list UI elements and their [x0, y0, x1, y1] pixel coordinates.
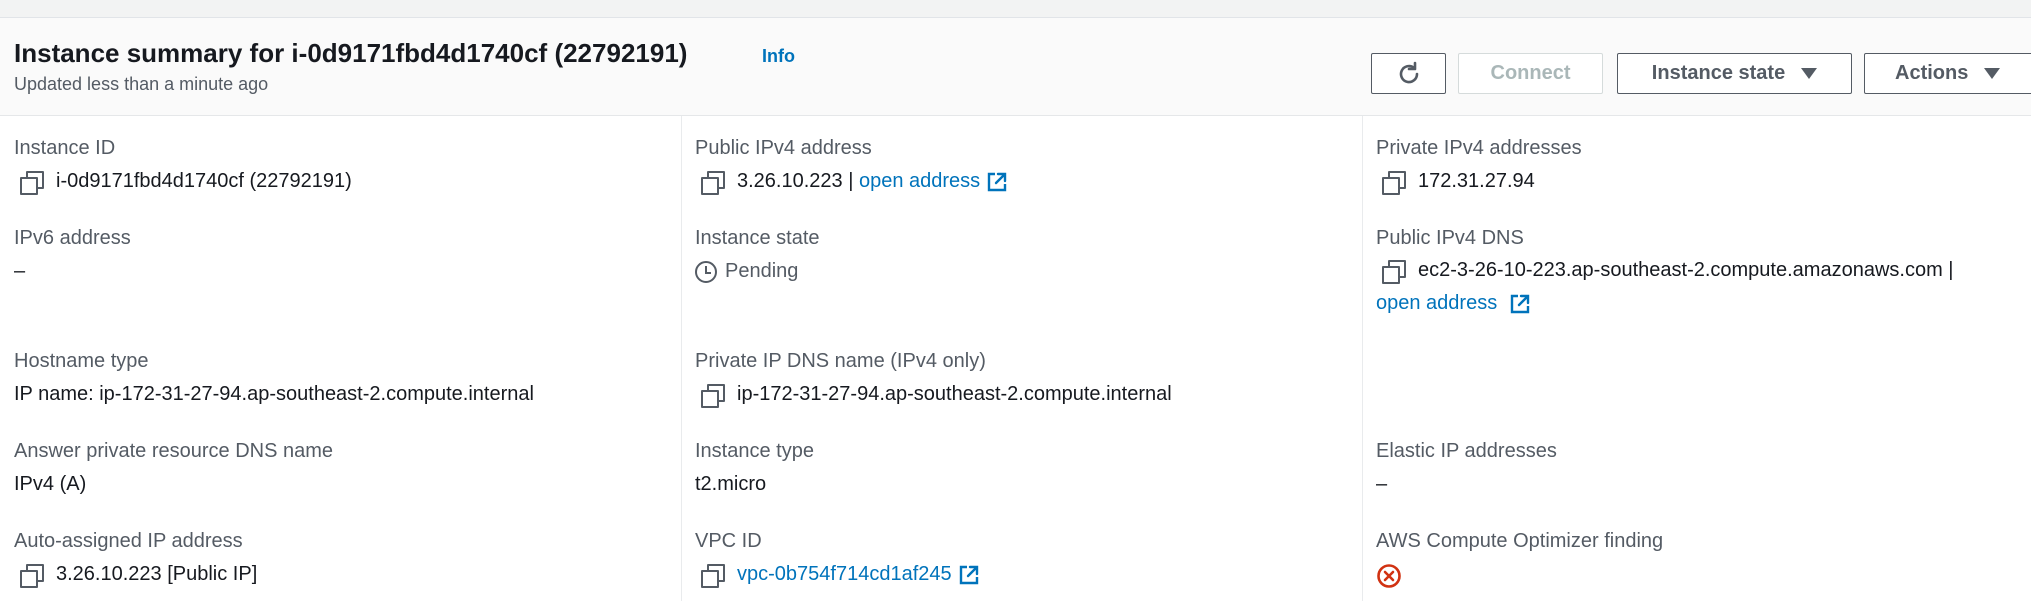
field-public-dns: Public IPv4 DNS ec2-3-26-10-223.ap-south… [1376, 227, 1996, 320]
external-link-icon[interactable] [1509, 293, 1531, 315]
field-instance-state: Instance state Pending [695, 227, 820, 283]
column-divider [681, 116, 682, 601]
private-dns-value: ip-172-31-27-94.ap-southeast-2.compute.i… [737, 383, 1172, 405]
auto-ip-value: 3.26.10.223 [Public IP] [56, 563, 258, 585]
field-value: ip-172-31-27-94.ap-southeast-2.compute.i… [695, 383, 1172, 408]
clock-icon [695, 260, 717, 283]
field-value: Pending [695, 260, 820, 283]
page-title: Instance summary for i-0d9171fbd4d1740cf… [14, 38, 688, 68]
field-label: Hostname type [14, 350, 149, 372]
field-label: Instance state [695, 227, 820, 249]
open-address-link[interactable]: open address [1376, 292, 1497, 314]
connect-button[interactable]: Connect [1458, 53, 1603, 94]
actions-button[interactable]: Actions [1864, 53, 2031, 94]
field-value: 3.26.10.223 | open address [695, 170, 1008, 195]
public-dns-value: ec2-3-26-10-223.ap-southeast-2.compute.a… [1418, 259, 1954, 281]
field-instance-type: Instance type t2.micro [695, 440, 814, 496]
caret-down-icon [1801, 68, 1818, 79]
field-answer-dns: Answer private resource DNS name IPv4 (A… [14, 440, 333, 496]
info-link[interactable]: Info [762, 46, 795, 67]
field-label: Public IPv4 DNS [1376, 227, 1524, 249]
instance-state-button[interactable]: Instance state [1617, 53, 1852, 94]
external-link-icon[interactable] [958, 564, 980, 586]
copy-icon[interactable] [20, 563, 44, 588]
copy-icon[interactable] [701, 383, 725, 408]
field-ipv6: IPv6 address – [14, 227, 131, 283]
field-label: VPC ID [695, 530, 762, 552]
error-icon [1377, 564, 1401, 588]
status-badge: Pending [725, 260, 799, 282]
field-label: Instance ID [14, 137, 116, 159]
actions-label: Actions [1895, 62, 1969, 84]
updated-text: Updated less than a minute ago [14, 74, 269, 94]
column-divider [1362, 116, 1363, 601]
field-auto-ip: Auto-assigned IP address 3.26.10.223 [Pu… [14, 530, 258, 588]
instance-state-label: Instance state [1651, 62, 1786, 84]
field-value: vpc-0b754f714cd1af245 [695, 563, 980, 588]
field-hostname-type: Hostname type IP name: ip-172-31-27-94.a… [14, 350, 534, 406]
copy-icon[interactable] [701, 563, 725, 588]
field-elastic-ip: Elastic IP addresses – [1376, 440, 1557, 496]
public-ipv4-value: 3.26.10.223 | [737, 170, 854, 192]
field-label: Instance type [695, 440, 814, 462]
instance-id-value: i-0d9171fbd4d1740cf (22792191) [56, 170, 352, 192]
external-link-icon[interactable] [986, 171, 1008, 193]
field-value: 3.26.10.223 [Public IP] [14, 563, 258, 588]
elastic-ip-value: – [1376, 473, 1388, 495]
field-label: IPv6 address [14, 227, 131, 249]
field-label: Elastic IP addresses [1376, 440, 1557, 462]
field-label: AWS Compute Optimizer finding [1376, 530, 1664, 552]
copy-icon[interactable] [1382, 259, 1406, 284]
field-label: Private IPv4 addresses [1376, 137, 1582, 159]
field-instance-id: Instance ID i-0d9171fbd4d1740cf (2279219… [14, 137, 352, 195]
field-label: Public IPv4 address [695, 137, 872, 159]
instance-type-value: t2.micro [695, 473, 767, 495]
field-label: Private IP DNS name (IPv4 only) [695, 350, 986, 372]
ipv6-value: – [14, 260, 26, 282]
field-optimizer: AWS Compute Optimizer finding [1376, 530, 1663, 589]
field-private-dns: Private IP DNS name (IPv4 only) ip-172-3… [695, 350, 1172, 408]
copy-icon[interactable] [20, 170, 44, 195]
vpc-id-link[interactable]: vpc-0b754f714cd1af245 [737, 563, 952, 586]
hostname-type-value: IP name: ip-172-31-27-94.ap-southeast-2.… [14, 383, 534, 405]
field-value: ec2-3-26-10-223.ap-southeast-2.compute.a… [1376, 254, 1996, 320]
answer-dns-value: IPv4 (A) [14, 473, 87, 495]
caret-down-icon [1984, 68, 2001, 79]
refresh-icon [1399, 61, 1418, 83]
field-value [1376, 563, 1663, 589]
top-strip [0, 0, 2031, 18]
open-address-link[interactable]: open address [859, 170, 980, 193]
field-public-ipv4: Public IPv4 address 3.26.10.223 | open a… [695, 137, 1008, 195]
field-label: Auto-assigned IP address [14, 530, 243, 552]
copy-icon[interactable] [701, 170, 725, 195]
refresh-button[interactable] [1371, 53, 1446, 94]
field-vpc-id: VPC ID vpc-0b754f714cd1af245 [695, 530, 980, 588]
field-value: 172.31.27.94 [1376, 170, 1582, 195]
field-label: Answer private resource DNS name [14, 440, 334, 462]
private-ipv4-value: 172.31.27.94 [1418, 170, 1535, 192]
summary-header: Instance summary for i-0d9171fbd4d1740cf… [0, 18, 2031, 116]
copy-icon[interactable] [1382, 170, 1406, 195]
field-private-ipv4: Private IPv4 addresses 172.31.27.94 [1376, 137, 1582, 195]
field-value: i-0d9171fbd4d1740cf (22792191) [14, 170, 352, 195]
